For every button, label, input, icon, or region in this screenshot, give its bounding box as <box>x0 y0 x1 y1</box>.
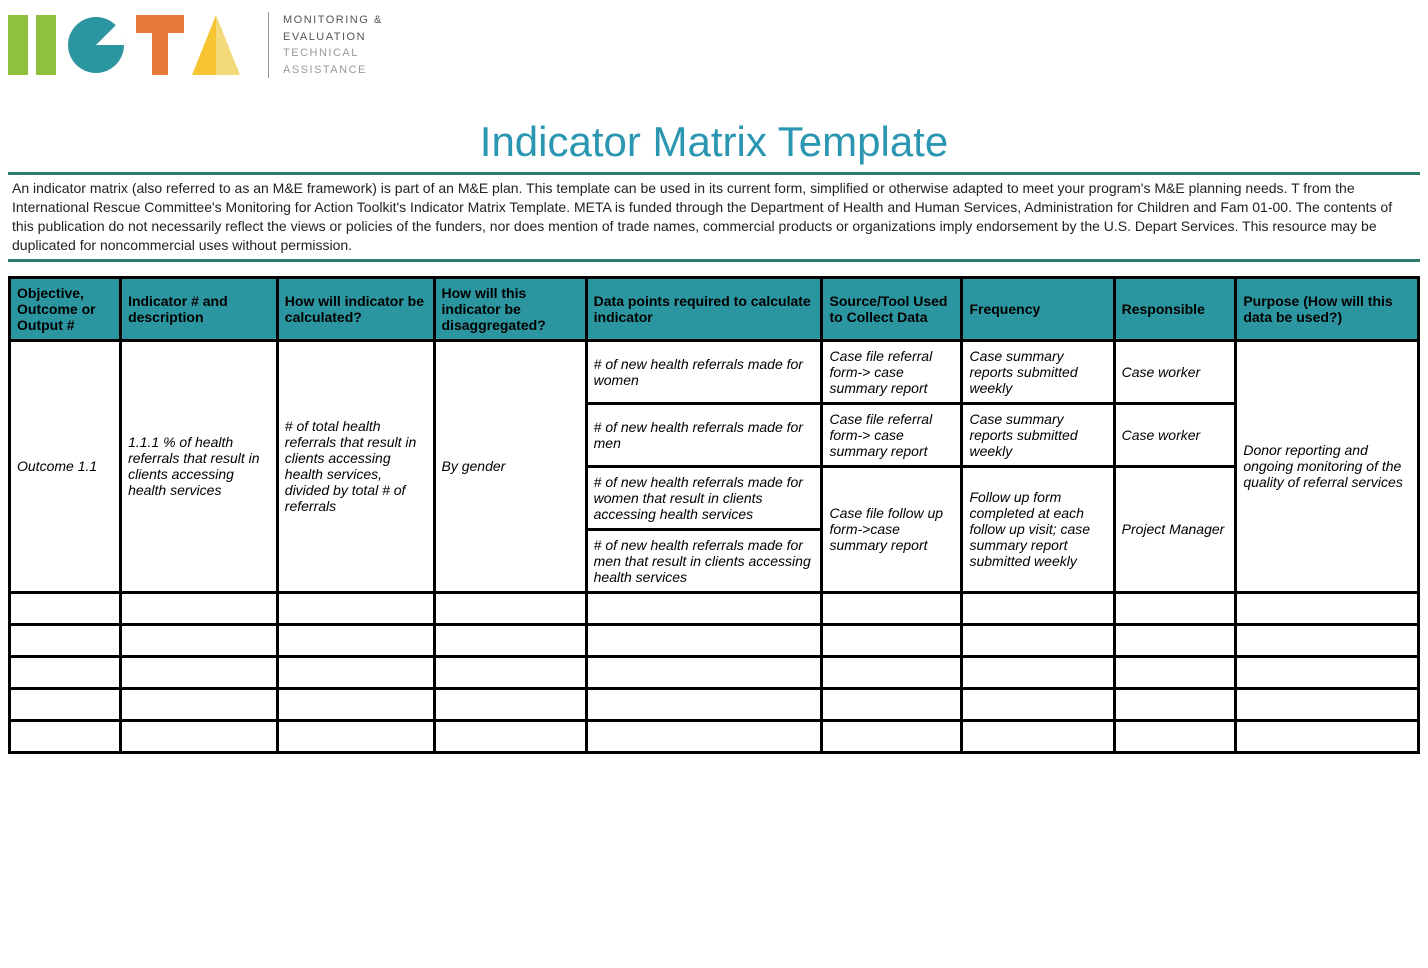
table-row-empty <box>10 720 1419 752</box>
table-row: Outcome 1.1 1.1.1 % of health referrals … <box>10 340 1419 403</box>
cell-objective: Outcome 1.1 <box>10 340 121 592</box>
tagline: MONITORING & EVALUATION TECHNICAL ASSIST… <box>268 12 383 78</box>
col-responsible: Responsible <box>1114 277 1236 340</box>
cell-source: Case file referral form-> case summary r… <box>822 340 962 403</box>
tagline-line: TECHNICAL <box>283 45 383 62</box>
cell-calculated: # of total health referrals that result … <box>277 340 434 592</box>
cell-disaggregated: By gender <box>434 340 586 592</box>
meta-logo <box>8 15 248 75</box>
cell-source: Case file follow up form->case summary r… <box>822 466 962 592</box>
col-purpose: Purpose (How will this data be used?) <box>1236 277 1419 340</box>
col-source: Source/Tool Used to Collect Data <box>822 277 962 340</box>
cell-responsible: Project Manager <box>1114 466 1236 592</box>
col-frequency: Frequency <box>962 277 1114 340</box>
tagline-line: MONITORING & <box>283 12 383 29</box>
cell-indicator: 1.1.1 % of health referrals that result … <box>121 340 278 592</box>
table-row-empty <box>10 656 1419 688</box>
cell-purpose: Donor reporting and ongoing monitoring o… <box>1236 340 1419 592</box>
cell-datapoint: # of new health referrals made for men <box>586 403 822 466</box>
table-row-empty <box>10 592 1419 624</box>
cell-source: Case file referral form-> case summary r… <box>822 403 962 466</box>
cell-frequency: Case summary reports submitted weekly <box>962 403 1114 466</box>
tagline-line: ASSISTANCE <box>283 62 383 79</box>
col-calculated: How will indicator be calculated? <box>277 277 434 340</box>
cell-frequency: Case summary reports submitted weekly <box>962 340 1114 403</box>
cell-datapoint: # of new health referrals made for men t… <box>586 529 822 592</box>
header: MONITORING & EVALUATION TECHNICAL ASSIST… <box>8 8 1420 88</box>
col-objective: Objective, Outcome or Output # <box>10 277 121 340</box>
col-disaggregated: How will this indicator be disaggregated… <box>434 277 586 340</box>
page-title: Indicator Matrix Template <box>8 118 1420 166</box>
cell-responsible: Case worker <box>1114 403 1236 466</box>
col-datapoints: Data points required to calculate indica… <box>586 277 822 340</box>
cell-datapoint: # of new health referrals made for women… <box>586 466 822 529</box>
cell-frequency: Follow up form completed at each follow … <box>962 466 1114 592</box>
col-indicator: Indicator # and description <box>121 277 278 340</box>
cell-responsible: Case worker <box>1114 340 1236 403</box>
cell-datapoint: # of new health referrals made for women <box>586 340 822 403</box>
tagline-line: EVALUATION <box>283 29 383 46</box>
table-row-empty <box>10 688 1419 720</box>
indicator-matrix-table: Objective, Outcome or Output # Indicator… <box>8 276 1420 754</box>
intro-text: An indicator matrix (also referred to as… <box>8 172 1420 262</box>
table-header-row: Objective, Outcome or Output # Indicator… <box>10 277 1419 340</box>
table-row-empty <box>10 624 1419 656</box>
